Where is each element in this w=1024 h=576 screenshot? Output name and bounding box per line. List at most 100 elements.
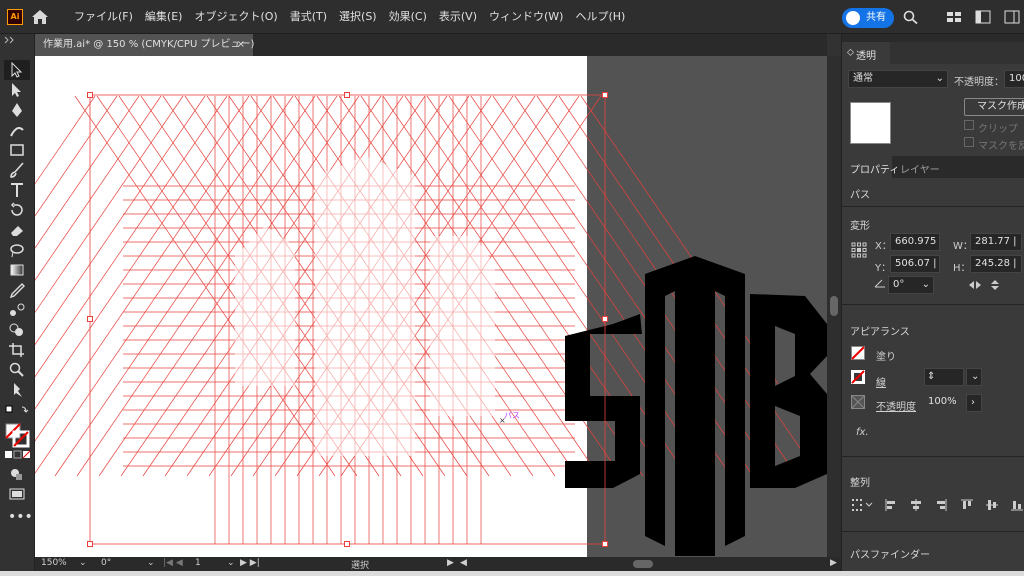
appearance-opacity-value[interactable]: 100%: [924, 394, 966, 412]
shape-builder-tool-icon[interactable]: [8, 322, 26, 338]
home-icon[interactable]: [31, 9, 49, 25]
swap-color-icon[interactable]: [4, 404, 30, 420]
selection-handle[interactable]: [344, 541, 350, 547]
stroke-label[interactable]: 線: [876, 374, 886, 389]
invert-mask-checkbox[interactable]: [964, 137, 974, 147]
blend-mode-select[interactable]: 通常 ⌄: [848, 70, 948, 88]
panels-icon[interactable]: [1004, 10, 1020, 24]
align-bottom-icon[interactable]: [1010, 498, 1024, 512]
appearance-opacity-label[interactable]: 不透明度: [876, 398, 916, 413]
selection-handle[interactable]: [87, 92, 93, 98]
menu-help[interactable]: ヘルプ(H): [569, 9, 631, 25]
document-tab[interactable]: 作業用.ai* @ 150 % (CMYK/CPU プレビュー) ×: [35, 34, 254, 56]
opacity-expand-button[interactable]: ›: [966, 394, 982, 412]
y-input[interactable]: 506.07 |: [890, 255, 940, 273]
zoom-level[interactable]: 150%: [41, 558, 67, 568]
stepper-icon[interactable]: ⇕: [927, 371, 935, 382]
flip-horizontal-icon[interactable]: [968, 279, 982, 291]
rotation-dropdown-icon[interactable]: ⌄: [147, 558, 155, 568]
close-tab-icon[interactable]: ×: [237, 34, 245, 56]
gradient-tool-icon[interactable]: [8, 262, 26, 278]
arrange-documents-icon[interactable]: [946, 10, 962, 24]
selection-handles[interactable]: [87, 92, 608, 547]
more-tools-icon[interactable]: •••: [8, 510, 33, 528]
lasso-tool-icon[interactable]: [8, 242, 26, 258]
rotate-tool-icon[interactable]: [8, 202, 26, 218]
fill-label[interactable]: 塗り: [876, 348, 896, 363]
next-artboard-icon[interactable]: ▶ ▶|: [240, 558, 260, 568]
eraser-tool-icon[interactable]: [8, 222, 26, 238]
brush-tool-icon[interactable]: [8, 162, 26, 178]
menu-type[interactable]: 書式(T): [284, 9, 333, 25]
selection-handle[interactable]: [87, 541, 93, 547]
fx-button[interactable]: fx.: [856, 427, 869, 438]
menu-edit[interactable]: 編集(E): [139, 9, 189, 25]
selection-handle[interactable]: [602, 541, 608, 547]
canvas-area[interactable]: パス ×: [35, 56, 827, 557]
clip-checkbox[interactable]: [964, 120, 974, 130]
share-button[interactable]: 共有: [842, 8, 894, 28]
rotation-value[interactable]: 0°: [101, 558, 111, 568]
zoom-dropdown-icon[interactable]: ⌄: [79, 558, 87, 568]
align-horizontal-center-icon[interactable]: [909, 498, 923, 512]
x-input[interactable]: 660.975: [890, 233, 940, 251]
artboard-number[interactable]: 1: [195, 558, 201, 568]
menu-window[interactable]: ウィンドウ(W): [483, 9, 569, 25]
reference-point-icon[interactable]: [851, 242, 867, 258]
workspace-icon[interactable]: [975, 10, 991, 24]
horizontal-scroll-thumb[interactable]: [633, 560, 653, 568]
vertical-scrollbar[interactable]: [827, 56, 841, 557]
fill-swatch-icon[interactable]: [851, 346, 865, 360]
scroll-thumb[interactable]: [830, 296, 838, 316]
menu-object[interactable]: オブジェクト(O): [188, 9, 283, 25]
direct-selection-tool-icon[interactable]: [8, 82, 26, 98]
stroke-weight-dropdown[interactable]: ⌄: [966, 368, 982, 386]
status-scroll-right-icon[interactable]: ▶: [830, 558, 837, 568]
align-vertical-center-icon[interactable]: [985, 498, 999, 512]
color-mode-icon[interactable]: [4, 450, 30, 460]
status-scroll-left-icon[interactable]: ◀: [460, 558, 467, 568]
artboard-tool-icon[interactable]: [8, 342, 26, 358]
angle-input[interactable]: 0° ⌄: [888, 276, 934, 294]
selection-handle[interactable]: [602, 92, 608, 98]
smb-artwork[interactable]: パス ×: [35, 56, 827, 557]
rectangle-tool-icon[interactable]: [8, 142, 26, 158]
make-mask-button[interactable]: マスク作成: [964, 98, 1024, 116]
properties-tab-label[interactable]: プロパティ: [850, 161, 899, 176]
align-right-icon[interactable]: [934, 498, 948, 512]
align-top-icon[interactable]: [960, 498, 974, 512]
menu-effect[interactable]: 効果(C): [383, 9, 433, 25]
layers-tab-label[interactable]: レイヤー: [900, 161, 940, 176]
stroke-weight-input[interactable]: ⇕: [924, 368, 964, 386]
zoom-tool-icon[interactable]: [8, 362, 26, 378]
stroke-swatch-icon[interactable]: [851, 370, 865, 384]
menu-view[interactable]: 表示(V): [433, 9, 483, 25]
collapse-icon[interactable]: [4, 36, 16, 44]
search-icon[interactable]: [903, 10, 919, 24]
first-artboard-icon[interactable]: |◀ ◀: [163, 558, 183, 568]
pin-icon[interactable]: [8, 382, 26, 398]
screen-mode-icon[interactable]: [8, 486, 26, 502]
transparency-tab-label[interactable]: 透明: [856, 47, 876, 62]
flip-vertical-icon[interactable]: [989, 279, 1001, 291]
curvature-tool-icon[interactable]: [8, 122, 26, 138]
eyedropper-tool-icon[interactable]: [8, 282, 26, 298]
draw-mode-icon[interactable]: [8, 466, 26, 482]
type-tool-icon[interactable]: [8, 182, 26, 198]
w-input[interactable]: 281.77 |: [970, 233, 1022, 251]
h-input[interactable]: 245.28 |: [970, 255, 1022, 273]
artboard-dropdown-icon[interactable]: ⌄: [227, 558, 235, 568]
menu-file[interactable]: ファイル(F): [68, 9, 139, 25]
selection-handle[interactable]: [602, 316, 608, 322]
status-arrow-icon[interactable]: ▶: [447, 558, 454, 568]
blend-tool-icon[interactable]: [8, 302, 26, 318]
menu-select[interactable]: 選択(S): [333, 9, 383, 25]
transparency-opacity-input[interactable]: 100: [1004, 70, 1024, 88]
selection-handle[interactable]: [344, 92, 350, 98]
align-left-icon[interactable]: [884, 498, 898, 512]
selection-tool-icon[interactable]: [8, 62, 26, 78]
pen-tool-icon[interactable]: [8, 102, 26, 118]
fill-stroke-icon[interactable]: [4, 422, 32, 448]
align-to-icon[interactable]: [851, 498, 873, 512]
selection-handle[interactable]: [87, 316, 93, 322]
